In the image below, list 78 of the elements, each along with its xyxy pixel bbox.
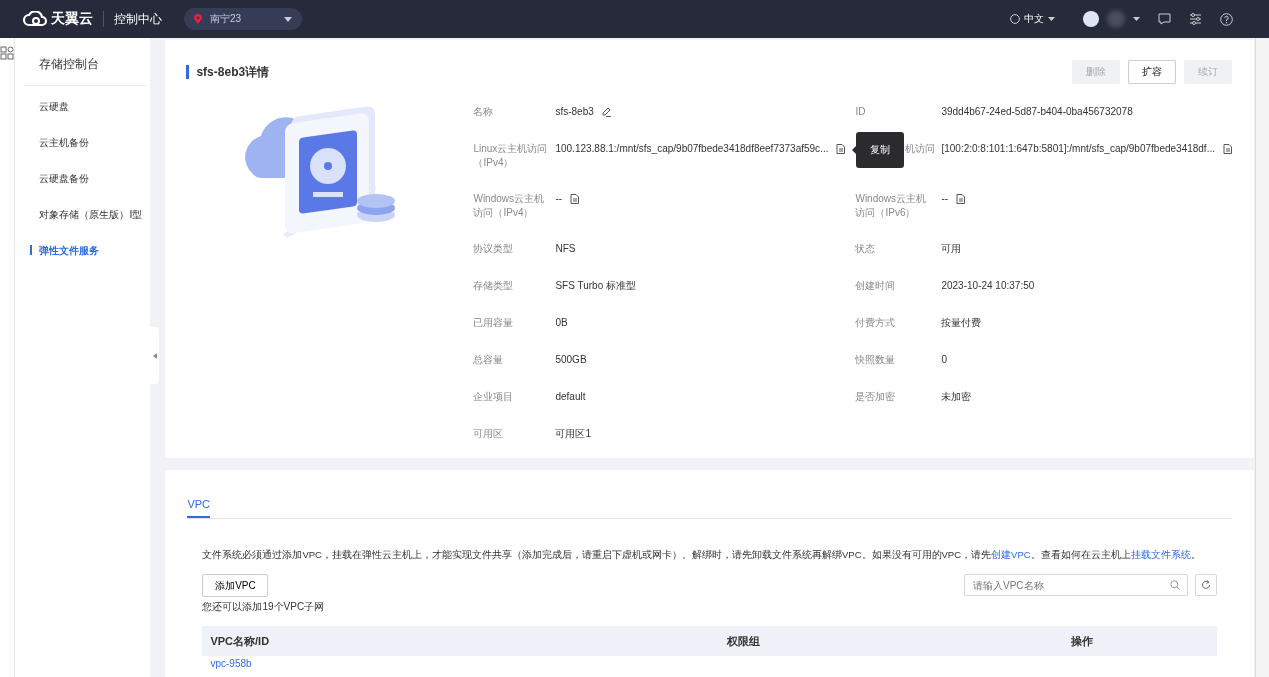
blurred-username [1107, 10, 1125, 28]
field-label: 协议类型 [473, 242, 515, 256]
field-value: NFS [555, 242, 576, 256]
field-value: 按量付费 [941, 316, 982, 330]
field-label: 总容量 [473, 353, 505, 367]
field-label: 可用区 [473, 427, 505, 441]
cloud-logo-icon [22, 11, 48, 27]
sidebar-item[interactable]: 云硬盘 [23, 92, 147, 122]
field-label: Windows云主机访问（IPv4） [473, 192, 545, 220]
column-header: 操作 [1071, 633, 1095, 649]
field-label: ID [855, 105, 867, 119]
sidebar-item[interactable]: 云硬盘备份 [23, 164, 147, 194]
sidebar-title: 存储控制台 [23, 50, 147, 86]
field-value: sfs-8eb3 [555, 105, 594, 119]
field-value: 100.123.88.1:/mnt/sfs_cap/9b07fbede3418df8eef7373af59c... [555, 142, 829, 156]
field-label: 状态 [855, 242, 877, 256]
caret-icon [1048, 17, 1055, 21]
field-value: 39dd4b67-24ed-5d87-b404-0ba456732078 [941, 105, 1133, 119]
tab[interactable]: VPC [187, 498, 211, 518]
user-avatar[interactable] [1083, 11, 1099, 27]
collapse-handle[interactable] [150, 327, 160, 384]
copy-icon[interactable] [1223, 144, 1232, 154]
sidebar-item[interactable]: 弹性文件服务 [23, 236, 147, 266]
language-selector[interactable]: 中文 [1010, 12, 1055, 26]
vpc-notice: 文件系统必须通过添加VPC，挂载在弹性云主机上，才能实现文件共享（添加完成后，请重启下虚机或网卡）。解绑时，请先卸载文件系统再解绑VPC。如果没有可用的VPC，请先创建VPC。查看如何在云主机上挂载文件系统。 [202, 549, 1202, 562]
vpc-quota-hint: 您还可以添加19个VPC子网 [202, 600, 326, 614]
search-icon [1170, 580, 1180, 590]
globe-icon [1010, 14, 1020, 24]
caret-icon[interactable] [1133, 17, 1140, 21]
field-label: 企业项目 [473, 390, 515, 404]
apps-icon[interactable] [0, 46, 15, 60]
field-value: [100:2:0:8:101:1:647b:5801]:/mnt/sfs_cap/9b07fbede3418df... [941, 142, 1215, 156]
field-value: -- [941, 192, 949, 206]
column-header: VPC名称/ID [210, 633, 271, 649]
message-icon[interactable] [1158, 13, 1171, 25]
field-label: 存储类型 [473, 279, 515, 293]
field-label: 快照数量 [855, 353, 897, 367]
link[interactable]: 挂载文件系统 [1130, 549, 1191, 560]
action-button[interactable]: 扩容 [1128, 60, 1176, 84]
field-value: -- [555, 192, 563, 206]
add-vpc-button[interactable]: 添加VPC [202, 574, 269, 597]
sliders-icon[interactable] [1189, 13, 1202, 25]
refresh-icon [1201, 580, 1211, 590]
link[interactable]: 创建VPC [991, 549, 1031, 560]
copy-icon[interactable] [956, 194, 966, 204]
copy-icon[interactable] [570, 194, 580, 204]
field-label: 付费方式 [855, 316, 897, 330]
field-value: 未加密 [941, 390, 972, 404]
help-icon[interactable] [1220, 12, 1233, 26]
region-selector[interactable]: 南宁23 [184, 8, 302, 30]
copy-icon[interactable] [836, 144, 846, 154]
edit-icon[interactable] [601, 107, 611, 117]
column-header: 权限组 [727, 633, 762, 649]
field-label: 是否加密 [855, 390, 897, 404]
field-value: SFS Turbo 标准型 [555, 279, 636, 293]
field-value: 0 [941, 353, 947, 367]
brand-name[interactable]: 天翼云 [51, 10, 93, 28]
page-title: sfs-8eb3详情 [186, 65, 270, 79]
sidebar-item[interactable]: 云主机备份 [23, 128, 147, 158]
field-value: 可用 [941, 242, 962, 256]
field-value: 0B [555, 316, 568, 330]
console-title[interactable]: 控制中心 [114, 10, 162, 28]
sidebar-item[interactable]: 对象存储（原生版）Ⅰ型 [23, 200, 147, 230]
field-value: 2023-10-24 10:37:50 [941, 279, 1035, 293]
vpc-search-field[interactable]: 请输入VPC名称 [964, 574, 1188, 596]
field-value: 可用区1 [555, 427, 591, 441]
field-label: 创建时间 [855, 279, 897, 293]
refresh-button[interactable] [1195, 574, 1217, 596]
location-pin-icon [194, 14, 202, 24]
caret-icon [284, 16, 292, 22]
field-label: 机访问 [905, 142, 936, 156]
field-label: Windows云主机访问（IPv6） [855, 192, 927, 220]
field-label: Linux云主机访问（IPv4） [473, 142, 549, 170]
field-label: 名称 [473, 105, 495, 119]
field-label: 已用容量 [473, 316, 515, 330]
field-value: 500GB [555, 353, 587, 367]
vpc-link[interactable]: vpc-958b [210, 658, 728, 669]
field-value: default [555, 390, 586, 404]
